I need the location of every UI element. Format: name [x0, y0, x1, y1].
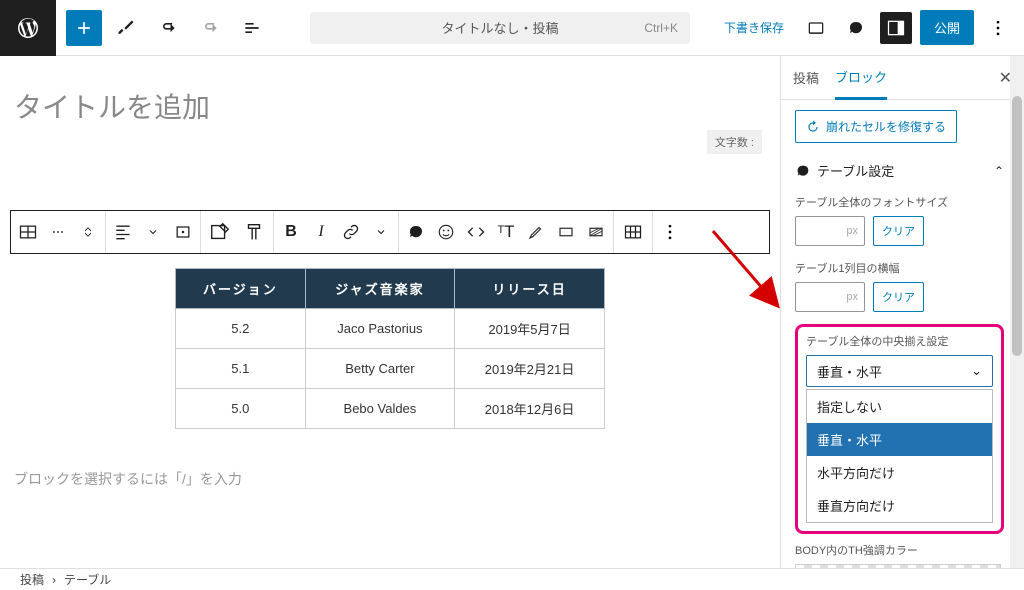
border-icon[interactable] — [551, 212, 581, 252]
font-size-label: テーブル全体のフォントサイズ — [795, 194, 1004, 210]
block-more-options-button[interactable] — [655, 212, 685, 252]
more-format-chevron-icon[interactable] — [366, 212, 396, 252]
post-title-placeholder[interactable]: タイトルを追加 — [10, 86, 770, 136]
link-button[interactable] — [336, 212, 366, 252]
align-dropdown: 指定しない 垂直・水平 水平方向だけ 垂直方向だけ — [806, 389, 993, 523]
table-block[interactable]: バージョン ジャズ音楽家 リリース日 5.2Jaco Pastorius2019… — [175, 268, 605, 429]
align-option-none[interactable]: 指定しない — [807, 390, 992, 423]
table-style-button[interactable] — [237, 212, 271, 252]
document-outline-button[interactable] — [234, 10, 270, 46]
redo-button[interactable] — [192, 10, 228, 46]
highlight-icon[interactable] — [521, 212, 551, 252]
table-row[interactable]: 5.0Bebo Valdes2018年12月6日 — [176, 389, 605, 429]
breadcrumb-separator: › — [52, 573, 56, 587]
table-header[interactable]: バージョン — [176, 269, 306, 309]
tab-post[interactable]: 投稿 — [793, 56, 819, 100]
document-title-input[interactable]: タイトルなし・投稿 Ctrl+K — [310, 12, 690, 44]
more-options-button[interactable] — [982, 12, 1014, 44]
restore-cells-button[interactable]: 崩れたセルを修復する — [795, 110, 957, 143]
table-row[interactable]: 5.1Betty Carter2019年2月21日 — [176, 349, 605, 389]
settings-sidebar-toggle[interactable] — [880, 12, 912, 44]
align-label: テーブル全体の中央揃え設定 — [806, 333, 993, 349]
preview-button[interactable] — [800, 12, 832, 44]
edit-table-button[interactable] — [203, 212, 237, 252]
save-draft-button[interactable]: 下書き保存 — [716, 13, 792, 42]
table-row[interactable]: 5.2Jaco Pastorius2019年5月7日 — [176, 309, 605, 349]
table-header[interactable]: リリース日 — [455, 269, 605, 309]
block-toolbar: B I TT — [10, 210, 770, 254]
plugin-icon[interactable] — [840, 12, 872, 44]
block-appender-prompt[interactable]: ブロックを選択するには「/」を入力 — [10, 469, 770, 489]
table-settings-panel-header[interactable]: テーブル設定 ⌃ — [795, 161, 1004, 180]
italic-button[interactable]: I — [306, 212, 336, 252]
align-option-vertical[interactable]: 垂直方向だけ — [807, 489, 992, 522]
edit-mode-button[interactable] — [108, 10, 144, 46]
document-title-text: タイトルなし・投稿 — [441, 18, 558, 37]
emoji-icon[interactable] — [431, 212, 461, 252]
select-parent-icon[interactable] — [43, 212, 73, 252]
speech-icon[interactable] — [401, 212, 431, 252]
breadcrumb-post[interactable]: 投稿 — [20, 571, 44, 588]
bold-button[interactable]: B — [276, 212, 306, 252]
character-count: 文字数 : — [707, 130, 762, 154]
refresh-icon — [806, 120, 820, 134]
settings-sidebar: 投稿 ブロック ✕ 崩れたセルを修復する テーブル設定 ⌃ テーブル全体のフォン… — [780, 56, 1024, 568]
align-button[interactable] — [108, 212, 138, 252]
hatch-icon[interactable] — [581, 212, 611, 252]
wordpress-logo[interactable] — [0, 0, 56, 56]
table-edit-icon[interactable] — [616, 212, 650, 252]
shortcut-hint: Ctrl+K — [644, 21, 678, 35]
align-select[interactable]: 垂直・水平 ⌄ — [806, 355, 993, 387]
font-size-input[interactable]: px — [795, 216, 865, 246]
publish-button[interactable]: 公開 — [920, 10, 974, 45]
col1-width-input[interactable]: px — [795, 282, 865, 312]
clear-col1-width-button[interactable]: クリア — [873, 282, 924, 312]
tab-block[interactable]: ブロック — [835, 56, 887, 100]
col1-width-label: テーブル1列目の横幅 — [795, 260, 1004, 276]
clear-font-size-button[interactable]: クリア — [873, 216, 924, 246]
speech-icon — [795, 163, 811, 179]
breadcrumb-table[interactable]: テーブル — [64, 571, 111, 588]
add-block-button[interactable] — [66, 10, 102, 46]
editor-canvas: タイトルを追加 文字数 : B I — [0, 56, 780, 568]
align-option-horizontal[interactable]: 水平方向だけ — [807, 456, 992, 489]
column-align-button[interactable] — [168, 212, 198, 252]
scrollbar-thumb[interactable] — [1012, 96, 1022, 356]
center-align-setting-group: テーブル全体の中央揃え設定 垂直・水平 ⌄ 指定しない 垂直・水平 水平方向だけ… — [795, 324, 1004, 534]
move-handle-icon[interactable] — [73, 212, 103, 252]
code-icon[interactable] — [461, 212, 491, 252]
chevron-down-icon[interactable] — [138, 212, 168, 252]
font-size-icon[interactable]: TT — [491, 212, 521, 252]
table-block-icon[interactable] — [13, 212, 43, 252]
undo-button[interactable] — [150, 10, 186, 46]
breadcrumb: 投稿 › テーブル — [0, 568, 1024, 590]
chevron-down-icon: ⌄ — [971, 363, 982, 379]
chevron-up-icon: ⌃ — [994, 164, 1004, 178]
table-header[interactable]: ジャズ音楽家 — [305, 269, 454, 309]
body-th-color-label: BODY内のTH強調カラー — [795, 542, 1004, 558]
align-option-both[interactable]: 垂直・水平 — [807, 423, 992, 456]
top-toolbar: タイトルなし・投稿 Ctrl+K 下書き保存 公開 — [0, 0, 1024, 56]
